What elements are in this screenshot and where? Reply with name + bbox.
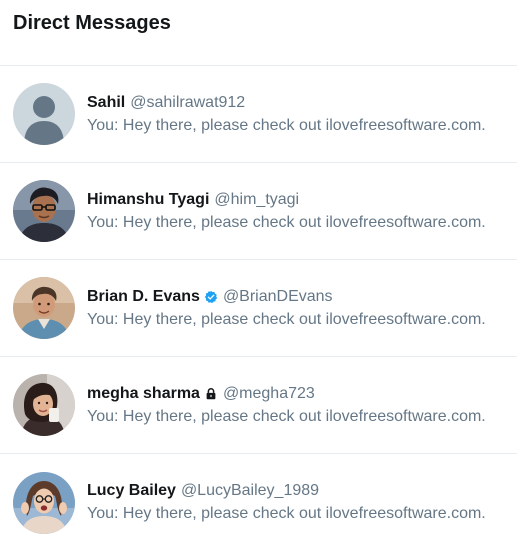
conversation-item-sahil[interactable]: Sahil @sahilrawat912 You: Hey there, ple… [0, 66, 517, 163]
conversation-list: Sahil @sahilrawat912 You: Hey there, ple… [0, 66, 517, 551]
conversation-text: Brian D. Evans @BrianDEvans You: Hey the… [87, 287, 486, 330]
conversation-text: megha sharma @megha723 You: Hey there, p… [87, 384, 486, 427]
avatar[interactable] [13, 471, 75, 534]
conversation-item-himanshu-tyagi[interactable]: Himanshu Tyagi @him_tyagi You: Hey there… [0, 163, 517, 260]
avatar[interactable] [13, 83, 75, 145]
display-name[interactable]: megha sharma [87, 384, 200, 404]
user-handle[interactable]: @megha723 [223, 384, 315, 404]
display-name[interactable]: Himanshu Tyagi [87, 190, 209, 210]
conversation-header: Himanshu Tyagi @him_tyagi [87, 190, 486, 210]
display-name[interactable]: Lucy Bailey [87, 481, 176, 501]
profile-photo [13, 374, 75, 436]
user-handle[interactable]: @sahilrawat912 [130, 93, 245, 113]
avatar[interactable] [13, 180, 75, 242]
message-preview: You: Hey there, please check out ilovefr… [87, 213, 486, 231]
conversation-header: megha sharma @megha723 [87, 384, 486, 404]
user-handle[interactable]: @him_tyagi [214, 190, 299, 210]
page-title: Direct Messages [13, 12, 171, 34]
display-name[interactable]: Sahil [87, 93, 125, 113]
user-handle[interactable]: @BrianDEvans [223, 287, 333, 307]
verified-badge-icon [204, 290, 218, 304]
avatar[interactable] [13, 277, 75, 339]
message-preview: You: Hey there, please check out ilovefr… [87, 505, 486, 522]
lock-icon [204, 387, 218, 401]
conversation-item-lucy-bailey[interactable]: Lucy Bailey @LucyBailey_1989 You: Hey th… [0, 454, 517, 551]
dm-header: Direct Messages [0, 0, 517, 66]
conversation-text: Sahil @sahilrawat912 You: Hey there, ple… [87, 93, 486, 136]
conversation-text: Himanshu Tyagi @him_tyagi You: Hey there… [87, 190, 486, 233]
avatar[interactable] [13, 374, 75, 436]
profile-photo [13, 471, 75, 534]
message-preview: You: Hey there, please check out ilovefr… [87, 407, 486, 425]
message-preview: You: Hey there, please check out ilovefr… [87, 116, 486, 134]
default-avatar-icon [13, 83, 75, 145]
conversation-item-megha-sharma[interactable]: megha sharma @megha723 You: Hey there, p… [0, 357, 517, 454]
display-name[interactable]: Brian D. Evans [87, 287, 200, 307]
profile-photo [13, 180, 75, 242]
profile-photo [13, 277, 75, 339]
conversation-header: Lucy Bailey @LucyBailey_1989 [87, 481, 486, 501]
conversation-item-brian-d-evans[interactable]: Brian D. Evans @BrianDEvans You: Hey the… [0, 260, 517, 357]
conversation-text: Lucy Bailey @LucyBailey_1989 You: Hey th… [87, 481, 486, 524]
user-handle[interactable]: @LucyBailey_1989 [181, 481, 319, 501]
conversation-header: Sahil @sahilrawat912 [87, 93, 486, 113]
conversation-header: Brian D. Evans @BrianDEvans [87, 287, 486, 307]
message-preview: You: Hey there, please check out ilovefr… [87, 310, 486, 328]
